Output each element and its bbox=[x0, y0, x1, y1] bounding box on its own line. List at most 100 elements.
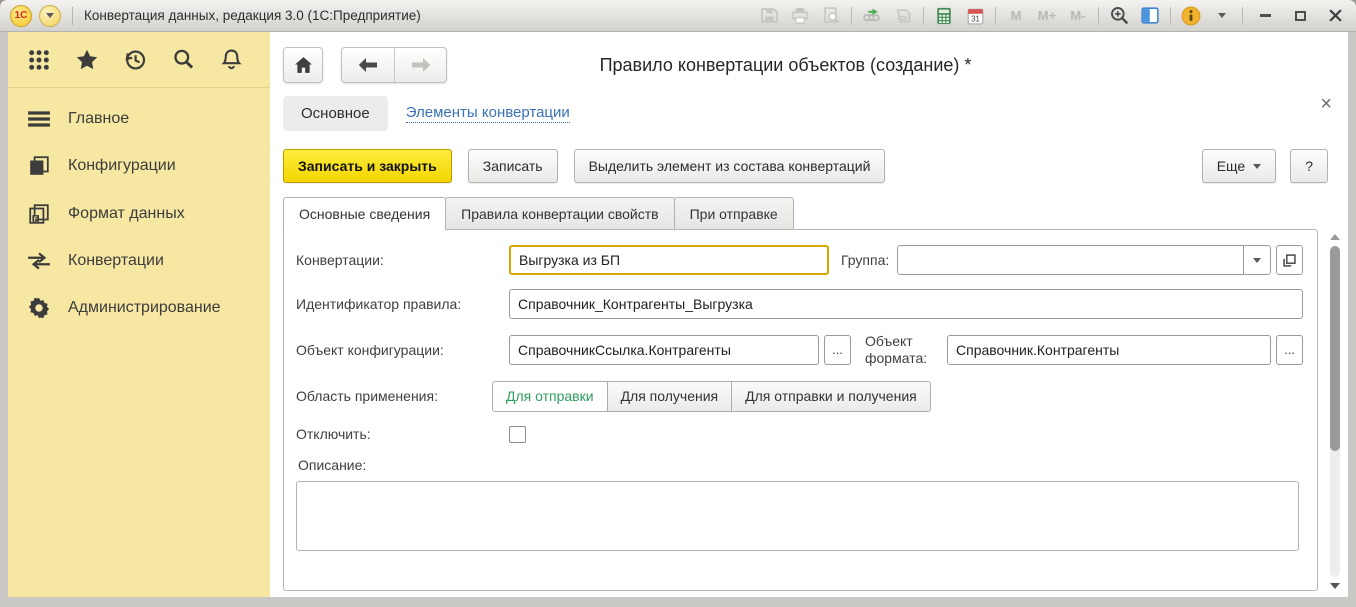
sidebar-item-label: Администрирование bbox=[68, 299, 221, 317]
open-in-window-icon bbox=[1283, 254, 1296, 267]
forward-button[interactable] bbox=[394, 48, 446, 82]
sidebar: Главное Конфигурации F Формат данных bbox=[8, 32, 270, 597]
save-button[interactable]: Записать bbox=[468, 149, 558, 183]
titlebar: 1С Конвертация данных, редакция 3.0 (1С:… bbox=[0, 0, 1356, 32]
disable-row: Отключить: bbox=[296, 426, 1303, 443]
sidebar-item-conversions[interactable]: Конвертации bbox=[8, 238, 270, 284]
print-icon[interactable] bbox=[789, 6, 811, 26]
calendar-icon[interactable]: 31 bbox=[964, 6, 986, 26]
minimize-icon bbox=[1260, 14, 1271, 17]
scope-option-for-receive[interactable]: Для получения bbox=[607, 381, 733, 412]
print-preview-icon[interactable] bbox=[820, 6, 842, 26]
sidebar-item-main[interactable]: Главное bbox=[8, 96, 270, 142]
rule-id-input[interactable] bbox=[509, 289, 1303, 319]
chevron-down-icon bbox=[1253, 164, 1261, 169]
sidebar-item-label: Конфигурации bbox=[68, 157, 176, 175]
rule-id-label: Идентификатор правила: bbox=[296, 296, 509, 312]
help-button[interactable]: ? bbox=[1290, 149, 1328, 183]
home-button[interactable] bbox=[283, 47, 323, 83]
all-sections-icon[interactable] bbox=[26, 47, 52, 73]
menu-bars-icon bbox=[26, 109, 52, 129]
vertical-scrollbar bbox=[1327, 234, 1343, 589]
sidebar-toolbar bbox=[8, 32, 270, 88]
maximize-icon bbox=[1295, 11, 1306, 21]
conversion-row: Конвертации: Группа: bbox=[296, 245, 1303, 275]
search-icon[interactable] bbox=[170, 47, 196, 73]
favorites-star-icon[interactable] bbox=[74, 47, 100, 73]
form-area: × Правило конвертации объектов (создание… bbox=[270, 32, 1348, 597]
info-icon[interactable] bbox=[1180, 6, 1202, 26]
conversion-label: Конвертации: bbox=[296, 252, 509, 268]
extract-element-button[interactable]: Выделить элемент из состава конвертаций bbox=[574, 149, 886, 183]
svg-text:F: F bbox=[34, 217, 38, 223]
more-button[interactable]: Еще bbox=[1202, 149, 1277, 183]
sidebar-item-label: Главное bbox=[68, 110, 129, 128]
divider bbox=[72, 7, 73, 25]
group-label: Группа: bbox=[841, 252, 889, 269]
swap-arrows-icon bbox=[26, 251, 52, 271]
config-object-input[interactable] bbox=[509, 335, 819, 365]
notifications-bell-icon[interactable] bbox=[218, 47, 244, 73]
format-object-browse-button[interactable]: ... bbox=[1276, 335, 1303, 365]
tab-main[interactable]: Основное bbox=[283, 96, 388, 131]
copy-link-icon[interactable] bbox=[892, 6, 914, 26]
divider bbox=[851, 7, 852, 25]
description-label: Описание: bbox=[298, 457, 1303, 473]
tab-on-send[interactable]: При отправке bbox=[674, 197, 794, 229]
form-close-button[interactable]: × bbox=[1320, 94, 1332, 114]
memory-subtract-button[interactable]: M- bbox=[1067, 6, 1089, 26]
divider bbox=[995, 7, 996, 25]
tab-conversion-elements-link[interactable]: Элементы конвертации bbox=[406, 104, 570, 123]
arrow-left-icon bbox=[358, 58, 378, 72]
main-menu-button[interactable] bbox=[39, 5, 61, 27]
maximize-button[interactable] bbox=[1287, 6, 1313, 26]
conversion-input[interactable] bbox=[509, 245, 829, 275]
memory-add-button[interactable]: M+ bbox=[1036, 6, 1058, 26]
group-open-button[interactable] bbox=[1276, 245, 1303, 275]
form-nav-tabs: Основное Элементы конвертации bbox=[283, 96, 1348, 131]
objects-row: Объект конфигурации: ... Объект формата:… bbox=[296, 333, 1303, 367]
memory-recall-button[interactable]: M bbox=[1005, 6, 1027, 26]
history-icon[interactable] bbox=[122, 47, 148, 73]
save-icon[interactable] bbox=[758, 6, 780, 26]
history-nav-group bbox=[341, 47, 447, 83]
config-object-browse-button[interactable]: ... bbox=[824, 335, 851, 365]
info-dropdown-button[interactable] bbox=[1211, 6, 1233, 26]
command-bar: Записать и закрыть Записать Выделить эле… bbox=[283, 149, 1328, 183]
minimize-button[interactable] bbox=[1252, 6, 1278, 26]
group-dropdown-button[interactable] bbox=[1243, 246, 1270, 274]
description-textarea[interactable] bbox=[296, 481, 1299, 551]
back-button[interactable] bbox=[342, 48, 394, 82]
format-object-label: Объект формата: bbox=[865, 333, 937, 367]
calculator-icon[interactable] bbox=[933, 6, 955, 26]
format-object-input[interactable] bbox=[947, 335, 1271, 365]
attach-link-icon[interactable] bbox=[861, 6, 883, 26]
divider bbox=[923, 7, 924, 25]
scope-option-for-send[interactable]: Для отправки bbox=[492, 381, 608, 412]
save-and-close-button[interactable]: Записать и закрыть bbox=[283, 149, 452, 183]
scroll-down-button[interactable] bbox=[1330, 583, 1340, 589]
sidebar-item-data-format[interactable]: F Формат данных bbox=[8, 190, 270, 238]
group-combo bbox=[897, 245, 1271, 275]
zoom-icon[interactable] bbox=[1108, 6, 1130, 26]
scroll-up-button[interactable] bbox=[1330, 234, 1340, 240]
scope-option-for-send-and-receive[interactable]: Для отправки и получения bbox=[731, 381, 931, 412]
tab-strip: Основные сведения Правила конвертации св… bbox=[283, 197, 1348, 229]
close-icon bbox=[1329, 9, 1342, 22]
tab-property-conversion-rules[interactable]: Правила конвертации свойств bbox=[445, 197, 674, 229]
form-header: Правило конвертации объектов (создание) … bbox=[283, 44, 1348, 86]
general-info-panel: Конвертации: Группа: Идентификатор прави… bbox=[283, 229, 1318, 591]
format-page-icon: F bbox=[26, 203, 52, 225]
tab-general-info[interactable]: Основные сведения bbox=[283, 197, 446, 230]
divider bbox=[1242, 7, 1243, 25]
disable-checkbox[interactable] bbox=[509, 426, 526, 443]
sidebar-item-configurations[interactable]: Конфигурации bbox=[8, 142, 270, 190]
close-window-button[interactable] bbox=[1322, 6, 1348, 26]
sidebar-item-administration[interactable]: Администрирование bbox=[8, 284, 270, 332]
split-view-icon[interactable] bbox=[1139, 6, 1161, 26]
window-title: Конвертация данных, редакция 3.0 (1С:Пре… bbox=[84, 8, 421, 23]
group-input[interactable] bbox=[898, 246, 1243, 274]
calendar-day-text: 31 bbox=[971, 14, 980, 23]
scrollbar-thumb[interactable] bbox=[1330, 246, 1340, 451]
scrollbar-track[interactable] bbox=[1330, 246, 1340, 577]
